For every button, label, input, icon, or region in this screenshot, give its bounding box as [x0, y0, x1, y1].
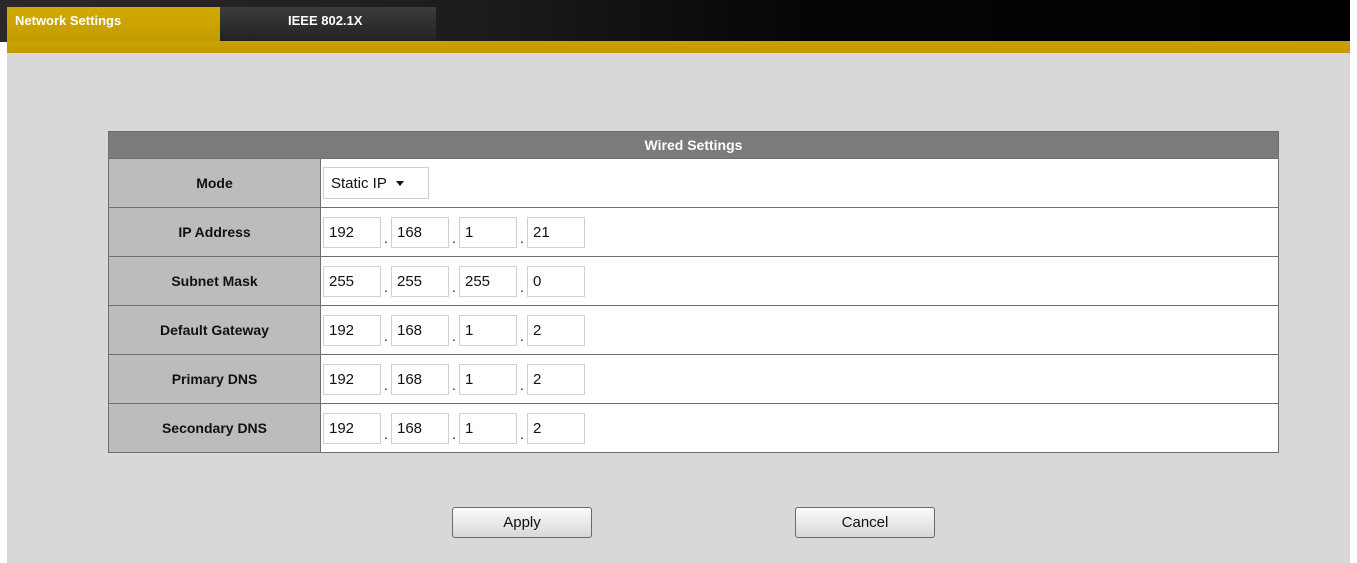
secondary-dns-octet-2[interactable]: 168 — [391, 412, 449, 444]
tab-network-settings[interactable]: Network Settings — [7, 7, 220, 41]
primary-dns-octet-3[interactable]: 1 — [459, 363, 517, 395]
primary-dns-octet-2[interactable]: 168 — [391, 363, 449, 395]
wired-settings-title: Wired Settings — [109, 132, 1278, 159]
tab-ieee-8021x[interactable]: IEEE 802.1X — [220, 7, 436, 41]
ip-address-label: IP Address — [109, 208, 321, 256]
tab-list: Network Settings IEEE 802.1X — [7, 7, 436, 41]
octet-separator: . — [452, 327, 456, 344]
mode-row: Mode Static IP — [109, 159, 1278, 208]
octet-separator: . — [452, 278, 456, 295]
secondary-dns-octet-3[interactable]: 1 — [459, 412, 517, 444]
default-gateway-label: Default Gateway — [109, 306, 321, 354]
octet-separator: . — [520, 229, 524, 246]
subnet-mask-octet-1[interactable]: 255 — [323, 265, 381, 297]
mode-select-value: Static IP — [331, 174, 387, 192]
default-gateway-value-cell: 192 . 168 . 1 . 2 — [321, 306, 1278, 354]
ip-address-octet-2[interactable]: 168 — [391, 216, 449, 248]
subnet-mask-value-cell: 255 . 255 . 255 . 0 — [321, 257, 1278, 305]
mode-value-cell: Static IP — [321, 159, 1278, 207]
ip-address-octet-4[interactable]: 21 — [527, 216, 585, 248]
primary-dns-value-cell: 192 . 168 . 1 . 2 — [321, 355, 1278, 403]
secondary-dns-octet-4[interactable]: 2 — [527, 412, 585, 444]
cancel-button[interactable]: Cancel — [795, 507, 935, 538]
primary-dns-label: Primary DNS — [109, 355, 321, 403]
octet-separator: . — [384, 229, 388, 246]
octet-separator: . — [520, 278, 524, 295]
subnet-mask-row: Subnet Mask 255 . 255 . 255 . 0 — [109, 257, 1278, 306]
octet-separator: . — [384, 425, 388, 442]
octet-separator: . — [520, 425, 524, 442]
subnet-mask-label: Subnet Mask — [109, 257, 321, 305]
default-gateway-octet-4[interactable]: 2 — [527, 314, 585, 346]
default-gateway-octet-2[interactable]: 168 — [391, 314, 449, 346]
subnet-mask-octet-2[interactable]: 255 — [391, 265, 449, 297]
subnet-mask-octet-4[interactable]: 0 — [527, 265, 585, 297]
wired-settings-panel: Wired Settings Mode Static IP IP Address… — [108, 131, 1279, 453]
octet-separator: . — [384, 376, 388, 393]
default-gateway-row: Default Gateway 192 . 168 . 1 . 2 — [109, 306, 1278, 355]
ip-address-octet-3[interactable]: 1 — [459, 216, 517, 248]
octet-separator: . — [520, 327, 524, 344]
secondary-dns-octet-1[interactable]: 192 — [323, 412, 381, 444]
tab-underline-strip — [7, 41, 1350, 53]
default-gateway-octet-3[interactable]: 1 — [459, 314, 517, 346]
secondary-dns-value-cell: 192 . 168 . 1 . 2 — [321, 404, 1278, 452]
ip-address-row: IP Address 192 . 168 . 1 . 21 — [109, 208, 1278, 257]
octet-separator: . — [384, 327, 388, 344]
secondary-dns-row: Secondary DNS 192 . 168 . 1 . 2 — [109, 404, 1278, 452]
mode-label: Mode — [109, 159, 321, 207]
primary-dns-octet-4[interactable]: 2 — [527, 363, 585, 395]
apply-button[interactable]: Apply — [452, 507, 592, 538]
octet-separator: . — [520, 376, 524, 393]
ip-address-octet-1[interactable]: 192 — [323, 216, 381, 248]
subnet-mask-octet-3[interactable]: 255 — [459, 265, 517, 297]
secondary-dns-label: Secondary DNS — [109, 404, 321, 452]
default-gateway-octet-1[interactable]: 192 — [323, 314, 381, 346]
primary-dns-octet-1[interactable]: 192 — [323, 363, 381, 395]
chevron-down-icon — [395, 180, 404, 186]
primary-dns-row: Primary DNS 192 . 168 . 1 . 2 — [109, 355, 1278, 404]
octet-separator: . — [452, 376, 456, 393]
octet-separator: . — [384, 278, 388, 295]
octet-separator: . — [452, 425, 456, 442]
octet-separator: . — [452, 229, 456, 246]
ip-address-value-cell: 192 . 168 . 1 . 21 — [321, 208, 1278, 256]
mode-select[interactable]: Static IP — [323, 167, 429, 199]
